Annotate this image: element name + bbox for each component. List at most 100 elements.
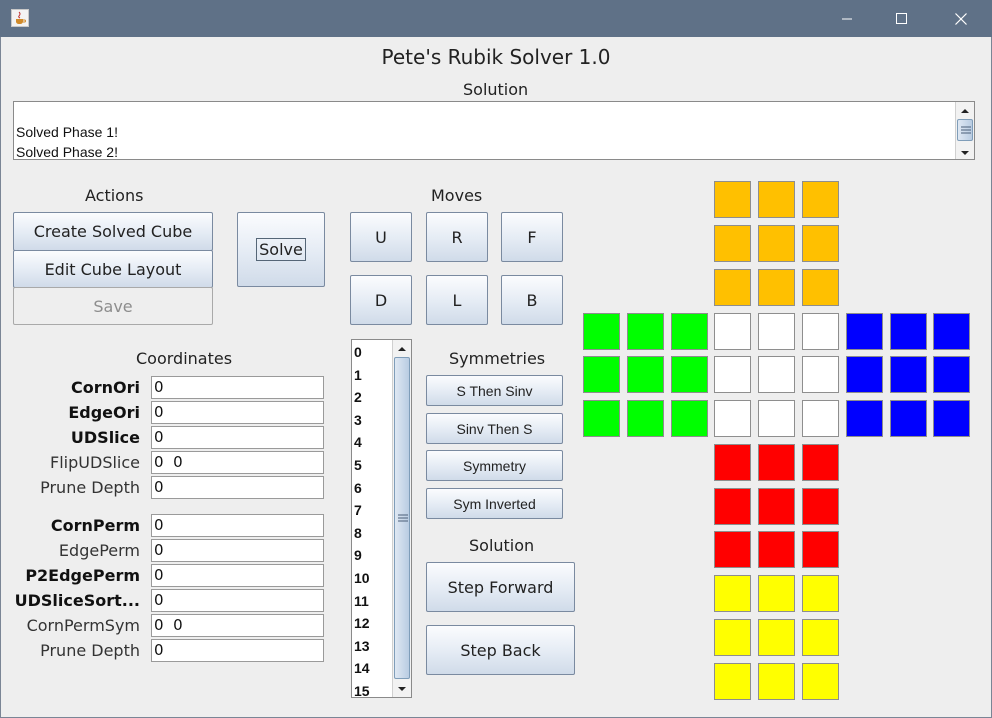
scroll-thumb[interactable] <box>957 119 973 141</box>
move-f-button[interactable]: F <box>501 212 563 262</box>
java-app-icon[interactable] <box>11 9 29 27</box>
cube-sticker-left[interactable] <box>627 400 664 437</box>
symmetry-button[interactable]: Symmetry <box>426 450 563 481</box>
cube-sticker-top[interactable] <box>758 225 795 262</box>
cube-sticker-right[interactable] <box>890 356 927 393</box>
coordinate-field[interactable]: 0 <box>151 589 324 612</box>
cube-sticker-bottom[interactable] <box>802 444 839 481</box>
symmetry-list-item[interactable]: 2 <box>354 386 370 409</box>
symmetry-list-item[interactable]: 14 <box>354 657 370 680</box>
coordinate-field[interactable]: 0 0 <box>151 614 324 637</box>
symmetry-list-item[interactable]: 10 <box>354 567 370 590</box>
cube-sticker-top[interactable] <box>714 225 751 262</box>
solve-button[interactable]: Solve <box>237 212 325 287</box>
coordinate-field[interactable]: 0 <box>151 426 324 449</box>
move-b-button[interactable]: B <box>501 275 563 325</box>
coordinate-field[interactable]: 0 <box>151 476 324 499</box>
symmetry-list-item[interactable]: 12 <box>354 612 370 635</box>
cube-sticker-front[interactable] <box>758 356 795 393</box>
cube-sticker-top[interactable] <box>714 269 751 306</box>
cube-sticker-back[interactable] <box>758 619 795 656</box>
cube-sticker-front[interactable] <box>758 313 795 350</box>
symmetry-list-item[interactable]: 5 <box>354 454 370 477</box>
cube-sticker-top[interactable] <box>802 225 839 262</box>
coordinate-field[interactable]: 0 <box>151 376 324 399</box>
symmetry-list-item[interactable]: 9 <box>354 544 370 567</box>
symmetry-list-item[interactable]: 11 <box>354 590 370 613</box>
cube-sticker-top[interactable] <box>758 269 795 306</box>
cube-sticker-bottom[interactable] <box>714 488 751 525</box>
symmetry-list-scrollbar[interactable] <box>392 340 411 697</box>
cube-sticker-bottom[interactable] <box>758 531 795 568</box>
step-back-button[interactable]: Step Back <box>426 625 575 675</box>
move-u-button[interactable]: U <box>350 212 412 262</box>
save-button[interactable]: Save <box>13 287 213 325</box>
scroll-down-button[interactable] <box>956 145 974 159</box>
cube-sticker-right[interactable] <box>890 400 927 437</box>
cube-sticker-back[interactable] <box>758 663 795 700</box>
cube-sticker-right[interactable] <box>933 400 970 437</box>
cube-sticker-back[interactable] <box>714 575 751 612</box>
symmetry-list-item[interactable]: 13 <box>354 635 370 658</box>
symmetry-list-item[interactable]: 4 <box>354 431 370 454</box>
symmetry-list-item[interactable]: 6 <box>354 477 370 500</box>
cube-sticker-left[interactable] <box>627 356 664 393</box>
cube-sticker-top[interactable] <box>758 181 795 218</box>
coordinate-field[interactable]: 0 <box>151 401 324 424</box>
cube-sticker-left[interactable] <box>583 400 620 437</box>
cube-sticker-right[interactable] <box>890 313 927 350</box>
cube-sticker-front[interactable] <box>758 400 795 437</box>
cube-sticker-right[interactable] <box>846 356 883 393</box>
cube-sticker-bottom[interactable] <box>714 444 751 481</box>
coordinate-field[interactable]: 0 <box>151 539 324 562</box>
step-forward-button[interactable]: Step Forward <box>426 562 575 612</box>
scroll-up-button[interactable] <box>956 103 974 117</box>
coordinate-field[interactable]: 0 <box>151 564 324 587</box>
cube-sticker-left[interactable] <box>627 313 664 350</box>
move-d-button[interactable]: D <box>350 275 412 325</box>
cube-sticker-front[interactable] <box>802 356 839 393</box>
cube-sticker-back[interactable] <box>802 663 839 700</box>
symmetry-list-item[interactable]: 8 <box>354 522 370 545</box>
cube-sticker-back[interactable] <box>802 575 839 612</box>
solution-text-area[interactable]: Solved Phase 1! Solved Phase 2! <box>13 101 975 160</box>
sym-inverted-button[interactable]: Sym Inverted <box>426 488 563 519</box>
sinv-then-s-button[interactable]: Sinv Then S <box>426 413 563 444</box>
cube-sticker-top[interactable] <box>802 269 839 306</box>
symmetry-list-item[interactable]: 0 <box>354 341 370 364</box>
cube-sticker-front[interactable] <box>802 313 839 350</box>
cube-sticker-top[interactable] <box>714 181 751 218</box>
cube-sticker-left[interactable] <box>671 400 708 437</box>
minimize-button[interactable] <box>824 0 870 37</box>
cube-sticker-top[interactable] <box>802 181 839 218</box>
close-button[interactable] <box>938 0 984 37</box>
cube-sticker-right[interactable] <box>933 356 970 393</box>
coordinate-field[interactable]: 0 <box>151 514 324 537</box>
s-then-sinv-button[interactable]: S Then Sinv <box>426 375 563 406</box>
cube-sticker-bottom[interactable] <box>802 531 839 568</box>
maximize-button[interactable] <box>879 0 925 37</box>
cube-sticker-right[interactable] <box>846 400 883 437</box>
move-r-button[interactable]: R <box>426 212 488 262</box>
cube-sticker-left[interactable] <box>583 356 620 393</box>
coordinate-field[interactable]: 0 0 <box>151 451 324 474</box>
cube-sticker-right[interactable] <box>846 313 883 350</box>
cube-sticker-left[interactable] <box>671 356 708 393</box>
create-solved-cube-button[interactable]: Create Solved Cube <box>13 212 213 251</box>
scroll-thumb[interactable] <box>394 357 410 679</box>
cube-sticker-back[interactable] <box>714 663 751 700</box>
scroll-down-button[interactable] <box>393 681 411 695</box>
cube-sticker-bottom[interactable] <box>758 444 795 481</box>
cube-sticker-front[interactable] <box>802 400 839 437</box>
cube-sticker-bottom[interactable] <box>802 488 839 525</box>
cube-sticker-bottom[interactable] <box>758 488 795 525</box>
cube-sticker-left[interactable] <box>583 313 620 350</box>
cube-sticker-bottom[interactable] <box>714 531 751 568</box>
cube-sticker-back[interactable] <box>802 619 839 656</box>
scroll-up-button[interactable] <box>393 341 411 355</box>
symmetry-list-item[interactable]: 3 <box>354 409 370 432</box>
cube-sticker-front[interactable] <box>714 400 751 437</box>
coordinate-field[interactable]: 0 <box>151 639 324 662</box>
cube-sticker-left[interactable] <box>671 313 708 350</box>
symmetry-list-item[interactable]: 7 <box>354 499 370 522</box>
